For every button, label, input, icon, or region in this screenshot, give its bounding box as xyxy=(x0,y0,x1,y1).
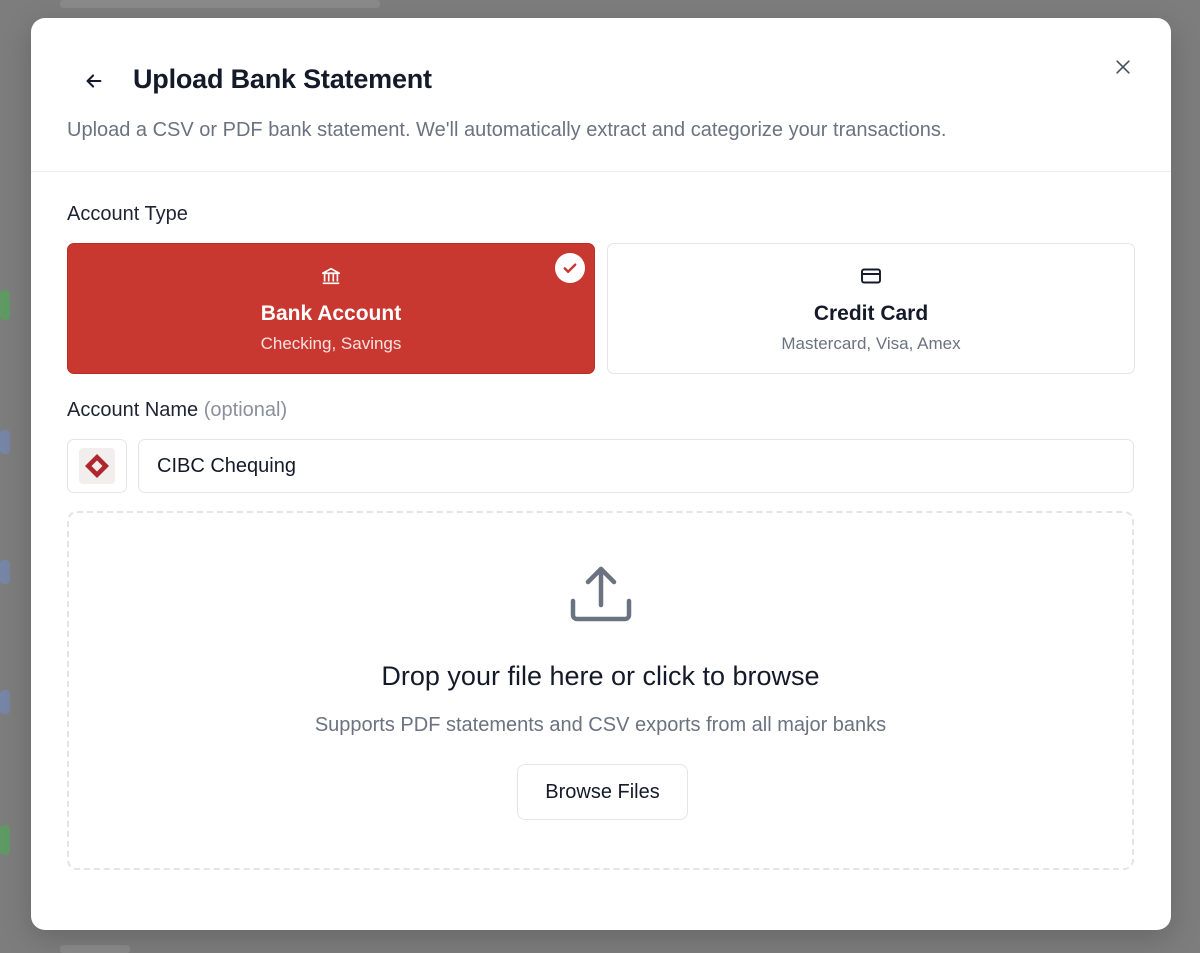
account-type-bank-option[interactable]: Bank Account Checking, Savings xyxy=(67,243,595,374)
credit-card-icon xyxy=(858,263,884,289)
arrow-left-icon xyxy=(86,74,102,88)
option-subtitle: Mastercard, Visa, Amex xyxy=(781,334,961,353)
background-status xyxy=(0,560,10,584)
account-type-label: Account Type xyxy=(67,203,188,225)
account-name-label-text: Account Name xyxy=(67,399,199,421)
modal-title: Upload Bank Statement xyxy=(133,64,432,94)
optional-hint: (optional) xyxy=(203,399,288,421)
upload-statement-modal: Upload Bank Statement Upload a CSV or PD… xyxy=(31,18,1171,930)
option-title: Bank Account xyxy=(260,302,402,325)
background-status xyxy=(0,290,10,320)
browse-files-button[interactable]: Browse Files xyxy=(517,764,688,820)
option-subtitle: Checking, Savings xyxy=(260,334,402,353)
account-type-credit-card-option[interactable]: Credit Card Mastercard, Visa, Amex xyxy=(607,243,1135,374)
file-dropzone[interactable]: Drop your file here or click to browse S… xyxy=(67,511,1134,870)
selected-check-icon xyxy=(555,253,585,283)
option-title: Credit Card xyxy=(813,302,929,325)
bank-logo-picker[interactable] xyxy=(67,439,127,493)
background-status xyxy=(0,825,10,855)
modal-header: Upload Bank Statement Upload a CSV or PD… xyxy=(31,18,1171,172)
background-text xyxy=(60,945,130,953)
close-button[interactable] xyxy=(1110,54,1136,80)
upload-icon xyxy=(568,563,634,629)
account-name-label: Account Name (optional) xyxy=(67,399,287,422)
cibc-logo xyxy=(79,448,115,484)
background-status xyxy=(0,430,10,454)
account-name-input[interactable] xyxy=(138,439,1134,493)
back-button[interactable] xyxy=(81,68,107,94)
background-status xyxy=(0,690,10,714)
background-text xyxy=(60,0,380,8)
bank-icon xyxy=(318,263,344,289)
dropzone-subtitle: Supports PDF statements and CSV exports … xyxy=(314,714,887,736)
modal-subtitle: Upload a CSV or PDF bank statement. We'l… xyxy=(67,119,947,141)
close-icon xyxy=(1116,60,1130,74)
dropzone-title: Drop your file here or click to browse xyxy=(381,661,820,691)
